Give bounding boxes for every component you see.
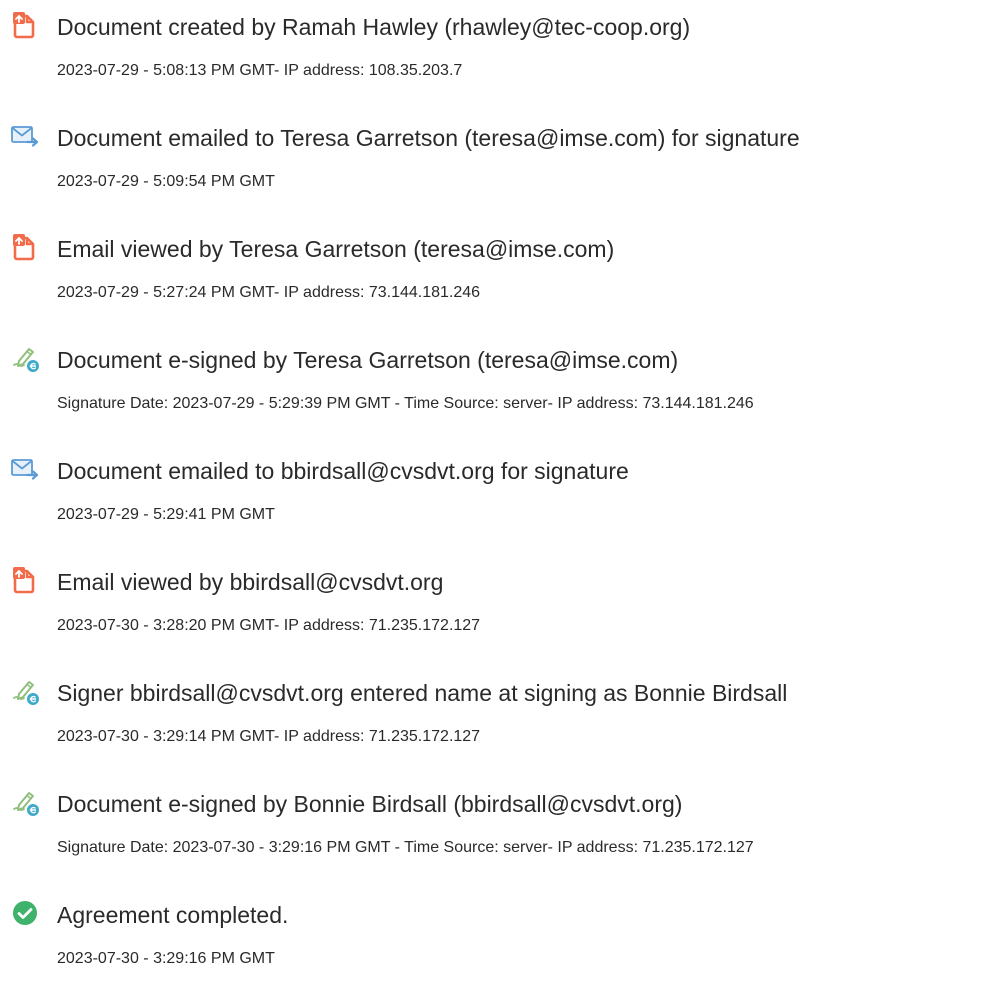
email-sent-icon [10,121,40,151]
event-detail: 2023-07-30 - 3:29:16 PM GMT [57,950,275,967]
audit-event: Document emailed to bbirdsall@cvsdvt.org… [0,444,987,534]
email-sent-icon [10,454,40,484]
event-title: Document e-signed by Teresa Garretson (t… [57,347,679,373]
event-detail: 2023-07-29 - 5:08:13 PM GMT- IP address:… [57,62,463,79]
event-detail: 2023-07-29 - 5:09:54 PM GMT [57,173,275,190]
document-icon [10,10,40,40]
event-detail: 2023-07-29 - 5:29:41 PM GMT [57,506,275,523]
esign-pen-icon [10,343,40,373]
event-detail: 2023-07-30 - 3:29:14 PM GMT- IP address:… [57,728,481,745]
event-title: Signer bbirdsall@cvsdvt.org entered name… [57,680,788,706]
audit-event: Signer bbirdsall@cvsdvt.org entered name… [0,666,987,756]
event-title: Document e-signed by Bonnie Birdsall (bb… [57,791,683,817]
esign-pen-icon [10,676,40,706]
audit-event: Email viewed by Teresa Garretson (teresa… [0,222,987,312]
check-circle-icon [10,898,40,928]
esign-pen-icon [10,787,40,817]
audit-event: Document created by Ramah Hawley (rhawle… [0,0,987,90]
event-title: Email viewed by bbirdsall@cvsdvt.org [57,569,444,595]
event-title: Document created by Ramah Hawley (rhawle… [57,14,691,40]
document-icon [10,565,40,595]
event-detail: Signature Date: 2023-07-29 - 5:29:39 PM … [57,395,754,412]
audit-event: Email viewed by bbirdsall@cvsdvt.org 202… [0,555,987,645]
document-icon [10,232,40,262]
audit-event: Document e-signed by Bonnie Birdsall (bb… [0,777,987,867]
event-title: Email viewed by Teresa Garretson (teresa… [57,236,615,262]
audit-event: Document emailed to Teresa Garretson (te… [0,111,987,201]
event-title: Document emailed to Teresa Garretson (te… [57,125,800,151]
event-title: Agreement completed. [57,902,289,928]
audit-event: Document e-signed by Teresa Garretson (t… [0,333,987,423]
event-detail: Signature Date: 2023-07-30 - 3:29:16 PM … [57,839,754,856]
event-detail: 2023-07-30 - 3:28:20 PM GMT- IP address:… [57,617,481,634]
event-title: Document emailed to bbirdsall@cvsdvt.org… [57,458,629,484]
event-detail: 2023-07-29 - 5:27:24 PM GMT- IP address:… [57,284,481,301]
audit-event: Agreement completed. 2023-07-30 - 3:29:1… [0,888,987,978]
